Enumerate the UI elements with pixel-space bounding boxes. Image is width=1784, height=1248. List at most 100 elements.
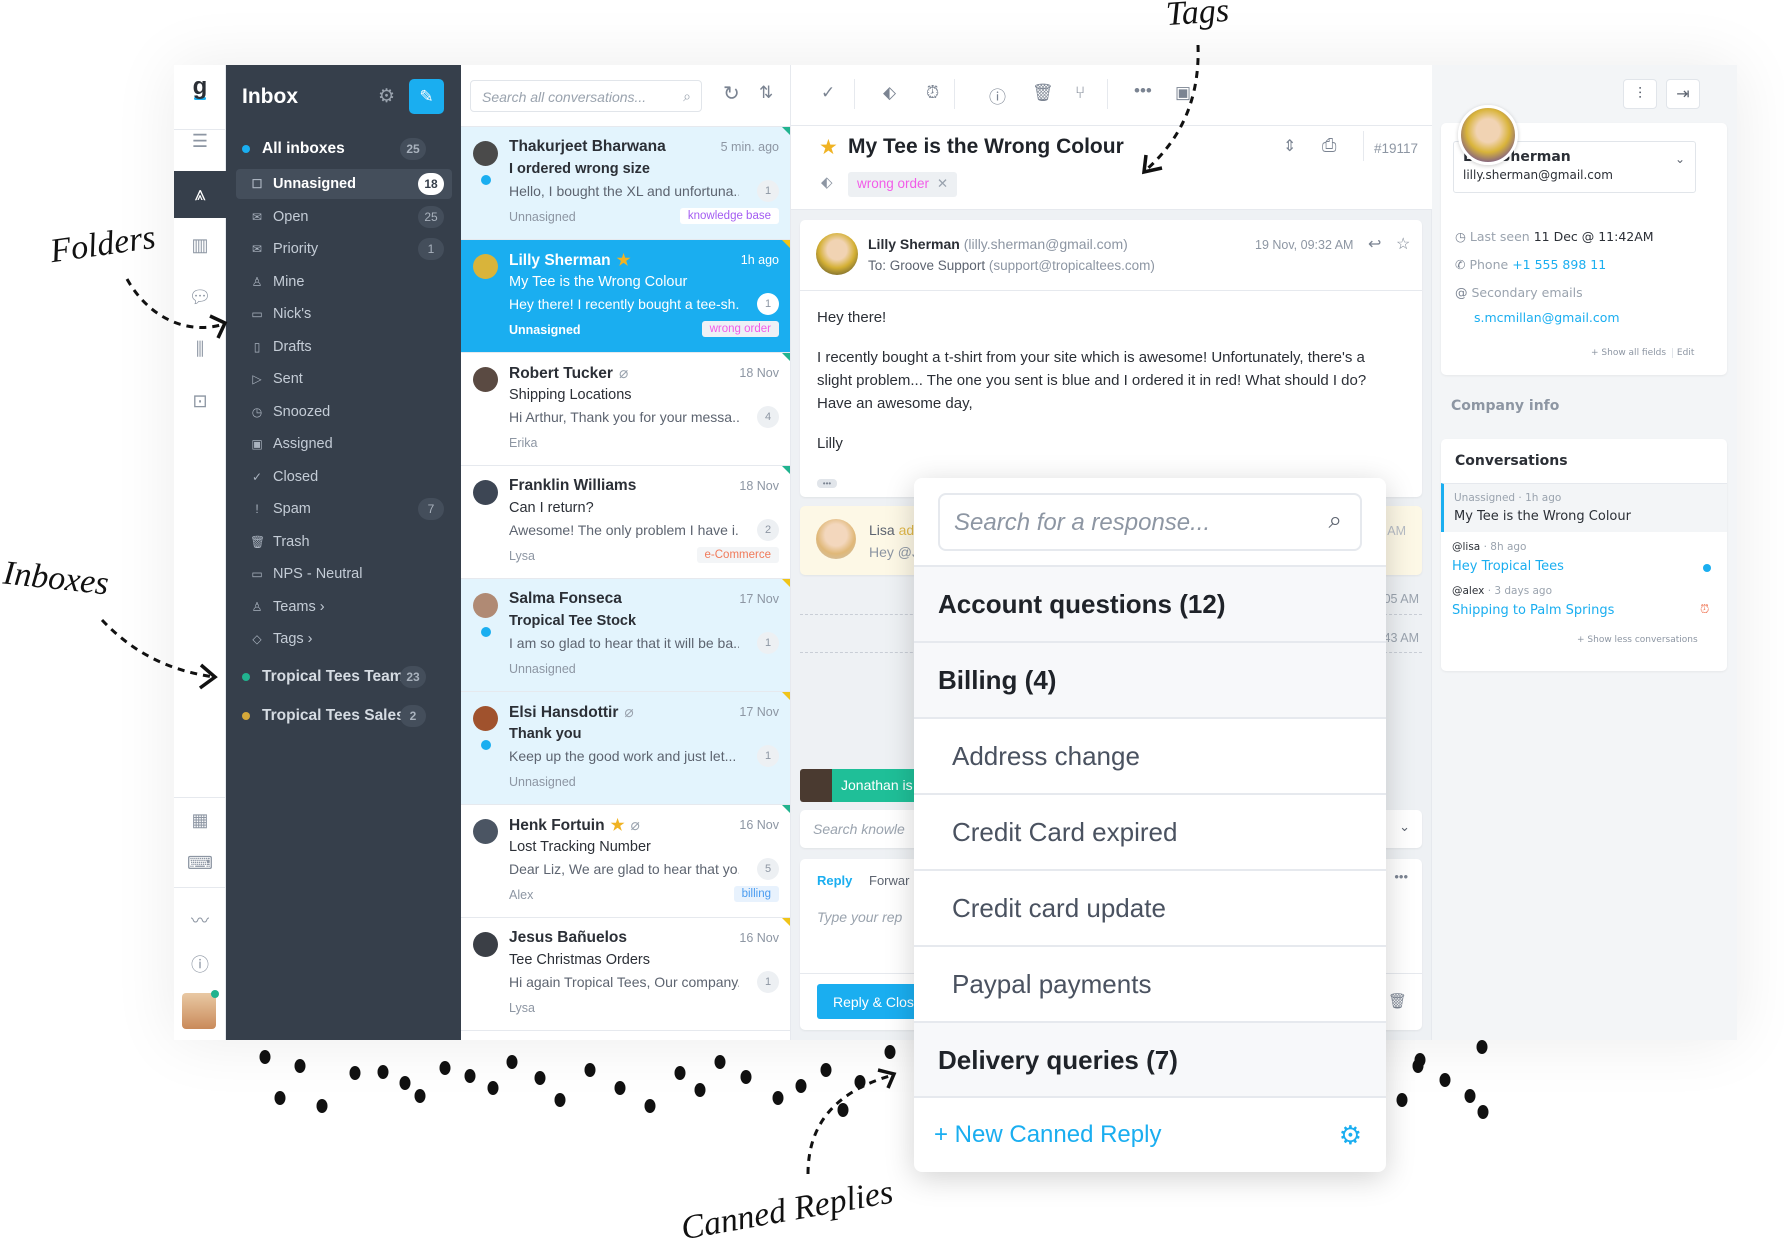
company-info-toggle[interactable]: Company info: [1451, 398, 1559, 414]
collapse-panel-icon[interactable]: ⇥: [1666, 79, 1700, 109]
reply-textarea[interactable]: Type your rep: [817, 909, 902, 925]
composer-more-icon[interactable]: •••: [1394, 869, 1408, 884]
show-less-conversations-link[interactable]: + Show less conversations: [1577, 635, 1698, 645]
inbox-nav-icon[interactable]: ⩓: [174, 183, 226, 206]
search-conversations-input[interactable]: Search all conversations... ⌕: [470, 80, 702, 112]
trash-icon[interactable]: 🗑︎: [1032, 83, 1054, 103]
sidebar-item-folder[interactable]: ▯ Drafts: [236, 332, 452, 362]
discard-trash-icon[interactable]: 🗑︎: [1388, 992, 1407, 1010]
sidebar-item-folder[interactable]: ✉ Priority 1: [236, 234, 452, 264]
check-icon[interactable]: ✓: [821, 83, 835, 103]
assign-icon[interactable]: ▣: [1175, 83, 1191, 103]
sidebar-item-folder[interactable]: ▭ Nick's: [236, 299, 452, 329]
star-icon[interactable]: ★: [819, 135, 838, 160]
new-canned-reply-button[interactable]: + New Canned Reply ⚙: [914, 1096, 1386, 1172]
conversation-row[interactable]: Franklin Williams 18 Nov Can I return? A…: [461, 466, 790, 579]
keyboard-icon[interactable]: ⌨: [174, 853, 226, 874]
sidebar-item-folder[interactable]: ◇ Tags ›: [236, 624, 452, 654]
canned-category[interactable]: Billing (4): [914, 641, 1386, 717]
conversation-row[interactable]: Robert Tucker ⌀ 18 Nov Shipping Locations…: [461, 353, 790, 466]
groove-logo-icon[interactable]: g: [174, 73, 226, 100]
canned-category[interactable]: Delivery queries (7): [914, 1021, 1386, 1097]
bot-icon[interactable]: ⊡: [174, 391, 226, 412]
decorative-dot: [506, 1055, 518, 1069]
sidebar-item-inbox[interactable]: Tropical Tees Team 23: [226, 662, 442, 692]
tag-badge[interactable]: billing: [733, 886, 779, 902]
customize-sliders-icon[interactable]: ⫶: [1623, 79, 1657, 109]
chat-icon[interactable]: 💬︎: [174, 287, 226, 308]
sidebar-item-folder[interactable]: ♙ Mine: [236, 267, 452, 297]
tag-badge[interactable]: wrong order: [701, 321, 779, 337]
secondary-email-link[interactable]: s.mcmillan@gmail.com: [1474, 310, 1620, 325]
decorative-dot: [1412, 1059, 1424, 1073]
show-more-button[interactable]: •••: [817, 479, 837, 488]
conversation-row[interactable]: Thakurjeet Bharwana 5 min. ago I ordered…: [461, 127, 790, 240]
decorative-dot: [294, 1059, 306, 1073]
chevron-down-icon[interactable]: ⌄: [1675, 152, 1685, 166]
conversation-link[interactable]: Shipping to Palm Springs: [1452, 603, 1614, 618]
contact-name: Robert Tucker: [509, 365, 613, 382]
knowledge-base-icon[interactable]: ▥: [174, 235, 226, 256]
tag-badge[interactable]: knowledge base: [679, 208, 779, 224]
conversation-link-current[interactable]: Unassigned · 1h ago My Tee is the Wrong …: [1441, 483, 1727, 532]
settings-gear-icon[interactable]: ⚙: [378, 85, 395, 108]
canned-search-input[interactable]: Search for a response... ⌕: [938, 493, 1362, 551]
help-icon[interactable]: ⓘ: [174, 951, 226, 977]
user-avatar[interactable]: [182, 990, 219, 1029]
reports-icon[interactable]: ⫼: [174, 339, 226, 360]
snooze-icon[interactable]: ⏰︎: [926, 83, 939, 103]
expand-collapse-icon[interactable]: ⇕: [1283, 136, 1296, 156]
sidebar-item-folder[interactable]: ▣ Assigned: [236, 429, 452, 459]
conversation-subject: Shipping Locations: [509, 387, 632, 403]
canned-reply-item[interactable]: Credit Card expired: [914, 793, 1386, 869]
remove-tag-icon[interactable]: ✕: [937, 176, 948, 191]
tag-icon[interactable]: ⬖: [883, 83, 896, 103]
attachment-icon: ⌀: [624, 704, 634, 721]
reply-icon[interactable]: ↩: [1368, 234, 1381, 254]
sidebar-item-folder[interactable]: ✓ Closed: [236, 462, 452, 492]
compose-button[interactable]: ✎: [409, 79, 444, 114]
tag-badge[interactable]: e-Commerce: [696, 547, 779, 563]
conversation-row[interactable]: Lilly Sherman ★ 1h ago My Tee is the Wron…: [461, 240, 790, 353]
conversation-row[interactable]: Salma Fonseca 17 Nov Tropical Tee Stock …: [461, 579, 790, 692]
tag-chip[interactable]: wrong order ✕: [848, 172, 958, 197]
merge-icon[interactable]: ⑂: [1075, 83, 1085, 103]
canned-reply-item[interactable]: Paypal payments: [914, 945, 1386, 1021]
activity-icon[interactable]: 〰: [174, 907, 226, 933]
decorative-dot: [674, 1066, 686, 1080]
sidebar-item-folder[interactable]: ♙ Teams ›: [236, 592, 452, 622]
sidebar-item-all-inboxes[interactable]: All inboxes 25: [226, 134, 442, 164]
sidebar-item-folder[interactable]: ! Spam 7: [236, 494, 452, 524]
sidebar-item-folder[interactable]: ◷ Snoozed: [236, 397, 452, 427]
menu-icon[interactable]: ☰: [174, 131, 226, 152]
sort-icon[interactable]: ⇅: [759, 83, 773, 103]
contact-name: Thakurjeet Bharwana: [509, 138, 666, 155]
spam-icon[interactable]: ⓘ: [989, 83, 1006, 108]
conversation-link[interactable]: Hey Tropical Tees: [1452, 559, 1564, 574]
refresh-icon[interactable]: ↻: [723, 81, 740, 106]
tab-forward[interactable]: Forwar: [869, 873, 909, 888]
canned-category[interactable]: Account questions (12): [914, 565, 1386, 641]
conversation-row[interactable]: Jesus Bañuelos 16 Nov Tee Christmas Orde…: [461, 918, 790, 1031]
conversation-row[interactable]: Elsi Hansdottir ⌀ 17 Nov Thank you Keep u…: [461, 692, 790, 805]
tab-reply[interactable]: Reply: [817, 873, 852, 888]
layout-icon[interactable]: ▦: [174, 810, 226, 831]
print-icon[interactable]: ⎙: [1322, 135, 1336, 156]
phone-link[interactable]: +1 555 898 11: [1512, 257, 1606, 272]
star-outline-icon[interactable]: ☆: [1396, 234, 1410, 254]
sidebar-item-folder[interactable]: ☐ Unnasigned 18: [236, 169, 452, 199]
sidebar-item-folder[interactable]: ▷ Sent: [236, 364, 452, 394]
canned-reply-item[interactable]: Credit card update: [914, 869, 1386, 945]
edit-link[interactable]: Edit: [1671, 348, 1695, 358]
sidebar-item-folder[interactable]: 🗑 Trash: [236, 527, 452, 557]
gear-icon[interactable]: ⚙: [1339, 1120, 1362, 1151]
chevron-down-icon[interactable]: ⌄: [1399, 819, 1410, 835]
sidebar-item-inbox[interactable]: Tropical Tees Sales 2: [226, 701, 442, 731]
canned-reply-item[interactable]: Address change: [914, 717, 1386, 793]
show-all-fields-link[interactable]: + Show all fields: [1591, 348, 1666, 358]
sidebar-item-folder[interactable]: ✉ Open 25: [236, 202, 452, 232]
message-count: 4: [757, 406, 779, 428]
conversation-row[interactable]: Henk Fortuin ★ ⌀ 16 Nov Lost Tracking Numb…: [461, 805, 790, 918]
more-icon[interactable]: •••: [1134, 81, 1152, 101]
sidebar-item-folder[interactable]: ▭ NPS - Neutral: [236, 559, 452, 589]
